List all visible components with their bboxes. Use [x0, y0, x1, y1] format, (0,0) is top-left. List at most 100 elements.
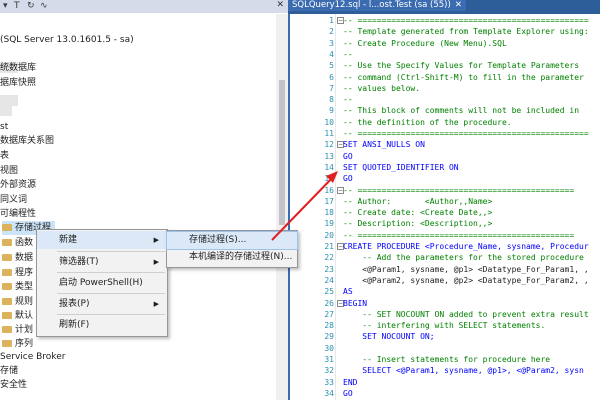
line-number: 26: [324, 298, 334, 308]
object-explorer-panel: ▾ T ↻ ∿ ✕ (SQL Server 13.0.1601.5 - sa) …: [0, 0, 288, 400]
code-line: -- This block of comments will not be in…: [343, 106, 580, 116]
menu-item-label: 存储过程(S)...: [189, 235, 247, 245]
sql-editor[interactable]: 1− -- ===================================…: [288, 14, 600, 400]
menu-separator: [57, 272, 165, 273]
activity-monitor-icon[interactable]: ∿: [40, 1, 48, 12]
code-line: -- interfering with SELECT statements.: [343, 321, 546, 331]
menu-item-label: 启动 PowerShell(H): [59, 278, 143, 288]
line-number: 16: [324, 185, 334, 195]
menu-item-label: 刷新(F): [59, 320, 90, 330]
close-icon[interactable]: ✕: [276, 0, 284, 10]
code-line: -- =====================================…: [343, 230, 575, 240]
menu-item-label: 报表(P): [59, 299, 90, 309]
menu-item-natively-compiled-procedure[interactable]: 本机编译的存储过程(N)...: [167, 249, 297, 266]
line-number: 2: [329, 27, 334, 37]
folder-icon: [2, 326, 12, 333]
tree-item-types[interactable]: 类型: [2, 280, 33, 294]
code-line: -- Insert statements for procedure here: [343, 355, 551, 364]
tab-title: SQLQuery12.sql - l...ost.Test (sa (55)): [292, 0, 451, 10]
line-number: 15: [324, 174, 334, 184]
object-explorer-toolbar: ▾ T ↻ ∿ ✕: [0, 0, 288, 13]
line-number: 25: [324, 287, 334, 297]
editor-border: [288, 14, 290, 400]
code-line: -- =====================================…: [343, 16, 589, 25]
code-line: -- =====================================…: [343, 129, 589, 138]
tree-item-test-db[interactable]: st: [0, 120, 8, 134]
menu-separator: [57, 293, 165, 294]
tree-label: 安全性: [0, 380, 28, 390]
tree-item-synonyms[interactable]: 同义词: [0, 193, 27, 207]
menu-item-reports[interactable]: 报表(P) ▶: [37, 295, 167, 313]
filter-icon[interactable]: T: [14, 1, 20, 12]
tree-label: 统数据库: [0, 63, 37, 73]
tree-item-tables[interactable]: 表: [0, 149, 9, 163]
code-line: GO: [343, 151, 353, 161]
code-line: GO: [343, 174, 353, 184]
line-number: 7: [329, 83, 334, 93]
folder-icon: [2, 254, 12, 261]
tree-item-system-databases[interactable]: 统数据库: [0, 61, 36, 75]
close-icon[interactable]: ✕: [455, 0, 462, 10]
line-number: 5: [329, 61, 334, 71]
code-line: BEGIN: [343, 298, 368, 308]
menu-separator: [57, 314, 165, 315]
tree-item-database-snapshots[interactable]: 据库快照: [0, 76, 36, 90]
tree-item-external-resources[interactable]: 外部资源: [0, 178, 36, 192]
tree-item-assemblies[interactable]: 程序: [2, 266, 33, 280]
line-number: 34: [324, 388, 334, 398]
menu-item-new[interactable]: 新建 ▶: [37, 231, 167, 249]
line-number: 3: [329, 38, 334, 48]
code-line: CREATE PROCEDURE <Procedure_Name, sysnam…: [343, 242, 589, 251]
code-line: GO: [343, 388, 353, 398]
code-line: SET NOCOUNT ON;: [343, 332, 435, 342]
line-number: 32: [324, 366, 334, 376]
folder-icon: [2, 340, 12, 347]
tree-server-node[interactable]: (SQL Server 13.0.1601.5 - sa): [0, 33, 134, 47]
menu-item-refresh[interactable]: 刷新(F): [37, 316, 167, 334]
menu-item-label: 新建: [59, 235, 78, 245]
line-number: 29: [324, 332, 334, 342]
scrollbar-thumb[interactable]: [279, 80, 285, 225]
tab-sqlquery12[interactable]: SQLQuery12.sql - l...ost.Test (sa (55)) ✕: [288, 0, 466, 11]
refresh-icon[interactable]: ↻: [27, 1, 35, 12]
line-number: 17: [324, 196, 334, 206]
line-number: 9: [329, 106, 334, 116]
code-line: --: [343, 95, 353, 105]
tree-label: 视图: [0, 166, 19, 176]
tree-label: 可编程性: [0, 209, 37, 219]
tree-item-sequences[interactable]: 序列: [2, 337, 33, 351]
menu-item-label: 筛选器(T): [59, 257, 99, 267]
tree-item-storage[interactable]: 存储: [0, 364, 18, 378]
code-line: -- Create Procedure (New Menu).SQL: [343, 38, 507, 48]
code-line: AS: [343, 287, 353, 297]
menu-item-filter[interactable]: 筛选器(T) ▶: [37, 253, 167, 271]
tree-item-defaults[interactable]: 默认: [2, 309, 33, 323]
menu-item-start-powershell[interactable]: 启动 PowerShell(H): [37, 274, 167, 292]
connect-dropdown-icon[interactable]: ▾: [3, 1, 8, 12]
blurred-icon: [0, 105, 12, 116]
gutter-divider: [335, 14, 336, 400]
line-number: 18: [324, 208, 334, 218]
tree-item-service-broker[interactable]: Service Broker: [0, 350, 65, 364]
tree-item-programmability[interactable]: 可编程性: [0, 207, 36, 221]
tree-item-plan-guides[interactable]: 计划: [2, 323, 33, 337]
code-line: -- Description: <Description,,>: [343, 219, 493, 229]
tree-item-rules[interactable]: 规则: [2, 295, 33, 309]
tree-item-functions[interactable]: 函数: [2, 236, 33, 250]
line-number: 33: [324, 377, 334, 387]
new-submenu: 存储过程(S)... 本机编译的存储过程(N)...: [166, 230, 298, 268]
menu-item-stored-procedure[interactable]: 存储过程(S)...: [166, 231, 298, 250]
context-menu: 新建 ▶ 筛选器(T) ▶ 启动 PowerShell(H) 报表(P) ▶ 刷新(F…: [36, 229, 168, 337]
code-line: <@Param1, sysname, @p1> <Datatype_For_Pa…: [343, 264, 589, 274]
tree-item-diagrams[interactable]: 数据库关系图: [0, 134, 54, 148]
line-number: 24: [324, 275, 334, 285]
tree-item-triggers[interactable]: 数据: [2, 251, 33, 265]
tree-label: Service Broker: [0, 352, 66, 362]
tree-item-views[interactable]: 视图: [0, 164, 18, 178]
tree-item-security[interactable]: 安全性: [0, 378, 27, 392]
line-number: 6: [329, 72, 334, 82]
tree-label: 计划: [15, 325, 34, 335]
code-line: END: [343, 377, 358, 387]
tree-label: 数据: [15, 253, 34, 263]
code-line: -- Template generated from Template Expl…: [343, 27, 589, 37]
